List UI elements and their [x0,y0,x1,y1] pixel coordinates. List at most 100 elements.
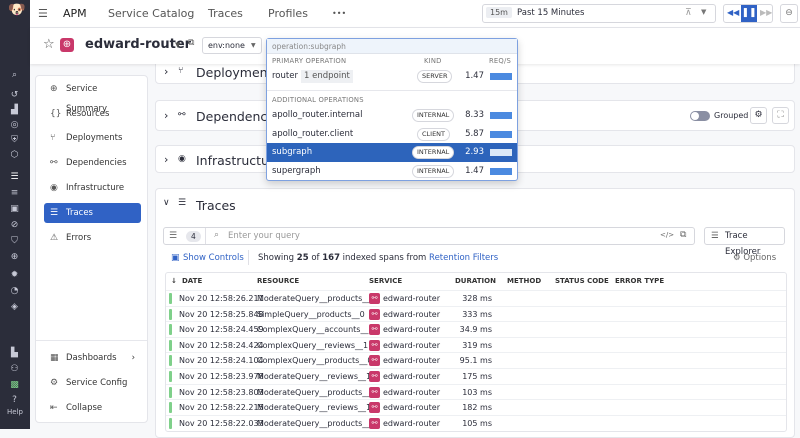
recent-icon[interactable]: ↺ [8,90,21,100]
synthetics-icon[interactable]: ⊘ [8,220,21,230]
settings-button[interactable]: ⚙ [750,107,767,124]
search-icon[interactable]: ⌕ [8,70,21,80]
env-select[interactable]: env:none ▼ [202,37,262,54]
show-controls-icon[interactable]: ▣ [171,253,180,263]
service-icon: ⚯ [369,417,380,429]
network-icon[interactable]: ⊕ [8,252,21,262]
chevron-right-icon[interactable]: › [164,65,168,78]
cell-date: Nov 20 12:58:26.211 [179,294,264,303]
expand-button[interactable]: ⛶ [772,107,789,124]
sort-desc-icon[interactable]: ↓ [171,277,177,285]
pin-icon[interactable]: ⊼ [685,8,692,18]
copy-icon[interactable]: ⧉ [188,38,194,48]
sidebar-item-service-summary[interactable]: ⊕ Service Summary [44,79,141,114]
operation-row[interactable]: apollo_router.internal INTERNAL 8.33 [267,106,517,125]
cell-duration: 319 ms [462,340,492,350]
operation-input[interactable]: operation:subgraph [267,39,517,54]
filter-icon[interactable]: ☰ [169,231,177,241]
table-row[interactable]: Nov 20 12:58:24.424 ComplexQuery__review… [166,336,786,353]
sidebar-item-dashboards[interactable]: ▦ Dashboards › [44,348,141,368]
nav-service-catalog[interactable]: Service Catalog [108,7,194,20]
ci-icon[interactable]: ⛉ [8,236,21,246]
more-icon[interactable]: ••• [332,9,346,18]
col-method[interactable]: METHOD [507,277,541,285]
table-row[interactable]: Nov 20 12:58:24.459 ComplexQuery__accoun… [166,321,786,337]
nav-profiles[interactable]: Profiles [268,7,308,20]
star-icon[interactable]: ☆ [43,37,55,52]
table-row[interactable]: Nov 20 12:58:25.848 SimpleQuery__product… [166,305,786,322]
sidebar-item-errors[interactable]: ⚠ Errors [44,228,141,248]
sidebar-item-resources[interactable]: {} Resources [44,104,141,124]
trace-explorer-button[interactable]: ☰ Trace Explorer [704,227,785,257]
sidebar-item-collapse[interactable]: ⇤ Collapse [44,398,141,418]
sidebar-item-dependencies[interactable]: ⚯ Dependencies [44,153,141,173]
integrations-icon[interactable]: ▙ [8,348,21,358]
trace-explorer-icon: ☰ [711,231,719,241]
gauge-icon[interactable]: ◔ [8,286,21,296]
operation-row[interactable]: supergraph INTERNAL 1.47 [267,162,517,181]
rum-icon[interactable]: ▣ [8,204,21,214]
trace-query-bar: ☰ 4 ⌕ Enter your query </> ⧉ [163,227,695,245]
code-icon[interactable]: </> [660,231,674,239]
col-duration[interactable]: DURATION [455,277,496,285]
col-status-code[interactable]: STATUS CODE [555,277,609,285]
chevron-right-icon[interactable]: › [164,153,168,166]
additional-header: ADDITIONAL OPERATIONS [272,96,364,104]
options-button[interactable]: ⚙ Options [733,253,776,263]
logs-icon[interactable]: ≡ [8,188,21,198]
table-row[interactable]: Nov 20 12:58:22.033 ModerateQuery__produ… [166,414,786,431]
table-row[interactable]: Nov 20 12:58:22.215 ModerateQuery__revie… [166,399,786,415]
bug-icon[interactable]: ✹ [8,270,21,280]
operation-row-router[interactable]: router 1 endpoint SERVER 1.47 [267,67,517,86]
retention-filters-link[interactable]: Retention Filters [429,253,498,263]
table-row[interactable]: Nov 20 12:58:23.803 ModerateQuery__produ… [166,383,786,400]
security-icon[interactable]: ⛨ [8,135,21,145]
col-error-type[interactable]: ERROR TYPE [615,277,664,285]
grouped-toggle[interactable] [690,111,710,121]
reqs-value: 1.47 [465,71,484,81]
playback-controls: ◀◀ ❚❚ ▶▶ [723,4,773,23]
forward-icon[interactable]: ▶▶ [760,8,772,17]
service-icon: ⚯ [369,355,380,367]
nav-traces[interactable]: Traces [208,7,243,20]
service-chevron-icon[interactable]: ▼ [175,41,180,49]
sidebar-item-deployments[interactable]: ⑂ Deployments [44,128,141,148]
sidebar-item-traces[interactable]: ☰ Traces [44,203,141,223]
kind-pill: CLIENT [417,128,451,141]
chevron-down-icon[interactable]: ∨ [163,198,170,208]
service-icon: ⚯ [369,293,380,304]
zoom-out-button[interactable]: ⊖ [780,4,798,23]
sidebar-item-service-config[interactable]: ⚙ Service Config [44,373,141,393]
table-row[interactable]: Nov 20 12:58:26.211 ModerateQuery__produ… [166,290,786,306]
nav-apm[interactable]: APM [63,7,87,20]
cell-date: Nov 20 12:58:23.978 [179,372,264,381]
col-service[interactable]: SERVICE [369,277,402,285]
col-resource[interactable]: RESOURCE [257,277,299,285]
help-icon[interactable]: ? [8,395,21,405]
col-date[interactable]: DATE [182,277,202,285]
dashboards-icon[interactable]: ▟ [8,105,21,115]
chevron-down-icon[interactable]: ▼ [701,8,706,16]
apm-icon[interactable]: ☰ [8,172,21,182]
query-input[interactable]: Enter your query [228,231,648,242]
infra-icon[interactable]: ⬡ [8,150,21,160]
pause-button[interactable]: ❚❚ [741,5,757,22]
time-picker[interactable]: 15m Past 15 Minutes ⊼ ▼ [482,4,716,23]
table-row[interactable]: Nov 20 12:58:23.978 ModerateQuery__revie… [166,368,786,384]
reqs-header: REQ/S [489,57,511,65]
primary-header: PRIMARY OPERATION [272,57,347,65]
chevron-right-icon[interactable]: › [164,109,168,122]
team-icon[interactable]: ⚇ [8,364,21,374]
sidebar-item-infrastructure[interactable]: ◉ Infrastructure [44,178,141,198]
operation-row-selected[interactable]: subgraph INTERNAL 2.93 [267,143,517,162]
table-row[interactable]: Nov 20 12:58:24.104 ComplexQuery__produc… [166,352,786,368]
monitors-icon[interactable]: ◎ [8,120,21,130]
copy-icon[interactable]: ⧉ [680,230,686,240]
rewind-icon[interactable]: ◀◀ [727,8,739,17]
apps-icon[interactable]: ▩ [8,380,21,390]
stack-icon[interactable]: ◈ [8,302,21,312]
operation-row[interactable]: apollo_router.client CLIENT 5.87 [267,125,517,144]
show-controls-button[interactable]: Show Controls [183,253,244,263]
reqs-bar [490,131,512,138]
op-name: supergraph [272,166,321,176]
